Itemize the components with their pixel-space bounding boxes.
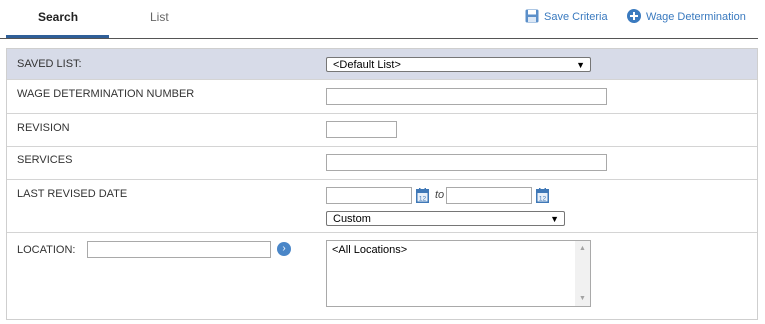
saved-list-value: <Default List> xyxy=(333,58,401,71)
last-revised-to-input[interactable] xyxy=(446,187,532,204)
listbox-scrollbar[interactable]: ▲ ▼ xyxy=(575,241,590,306)
saved-list-label: SAVED LIST: xyxy=(17,58,82,70)
wd-number-row: WAGE DETERMINATION NUMBER xyxy=(7,80,757,114)
location-row: LOCATION: › <All Locations> ▲ ▼ xyxy=(7,233,757,319)
location-search-input[interactable] xyxy=(87,241,271,258)
last-revised-label: LAST REVISED DATE xyxy=(17,188,128,200)
tab-bar: Search List Save Criteria Wage Determina… xyxy=(0,0,758,39)
last-revised-from-input[interactable] xyxy=(326,187,412,204)
active-tab-indicator xyxy=(6,35,109,38)
location-list-item[interactable]: <All Locations> xyxy=(332,244,407,256)
plus-circle-icon xyxy=(627,8,641,26)
saved-list-row: SAVED LIST: <Default List> ▼ xyxy=(7,49,757,80)
wage-determination-label: Wage Determination xyxy=(646,11,746,23)
saved-list-select[interactable]: <Default List> ▼ xyxy=(326,57,591,72)
chevron-right-icon[interactable]: › xyxy=(277,242,291,256)
services-input[interactable] xyxy=(326,154,607,171)
location-label: LOCATION: xyxy=(17,244,76,256)
save-criteria-button[interactable]: Save Criteria xyxy=(525,8,608,26)
search-form: SAVED LIST: <Default List> ▼ WAGE DETERM… xyxy=(6,48,758,320)
date-range-to-label: to xyxy=(435,189,445,201)
chevron-down-icon: ▼ xyxy=(576,60,585,70)
calendar-day: 12 xyxy=(539,195,547,202)
services-row: SERVICES xyxy=(7,147,757,180)
save-criteria-label: Save Criteria xyxy=(544,11,608,23)
tab-list[interactable]: List xyxy=(150,10,169,24)
date-range-value: Custom xyxy=(333,212,371,225)
wd-number-input[interactable] xyxy=(326,88,607,105)
revision-label: REVISION xyxy=(17,122,70,134)
tab-search[interactable]: Search xyxy=(38,10,78,24)
date-range-select[interactable]: Custom ▼ xyxy=(326,211,565,226)
calendar-day: 12 xyxy=(419,195,427,202)
wd-number-label: WAGE DETERMINATION NUMBER xyxy=(17,88,195,100)
calendar-icon[interactable]: 12 xyxy=(416,188,429,203)
revision-input[interactable] xyxy=(326,121,397,138)
revision-row: REVISION xyxy=(7,114,757,147)
scroll-up-icon[interactable]: ▲ xyxy=(579,245,586,252)
wage-determination-button[interactable]: Wage Determination xyxy=(627,8,746,26)
calendar-icon[interactable]: 12 xyxy=(536,188,549,203)
location-listbox[interactable]: <All Locations> ▲ ▼ xyxy=(326,240,591,307)
last-revised-row: LAST REVISED DATE 12 to 12 Custom ▼ xyxy=(7,180,757,233)
services-label: SERVICES xyxy=(17,154,73,166)
chevron-down-icon: ▼ xyxy=(550,214,559,224)
scroll-down-icon[interactable]: ▼ xyxy=(579,295,586,302)
save-icon xyxy=(525,9,539,26)
